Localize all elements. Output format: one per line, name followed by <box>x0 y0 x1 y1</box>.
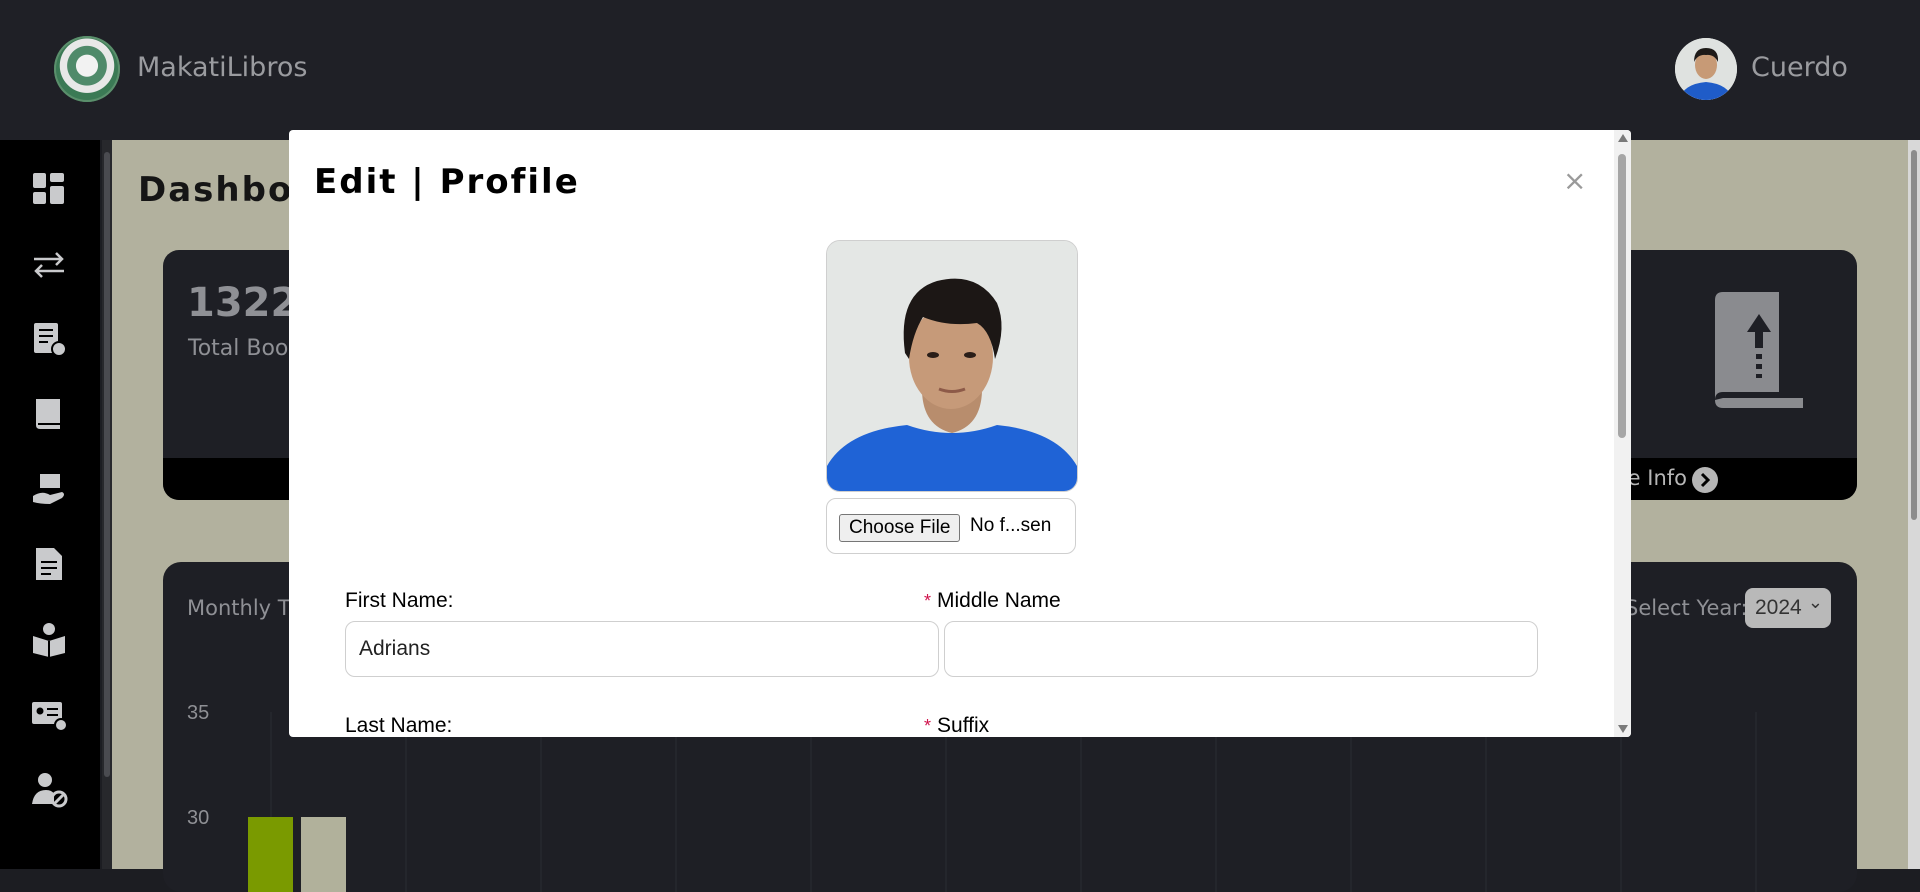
top-header: MakatiLibros Cuerdo <box>0 0 1920 140</box>
chart-bar <box>301 817 346 892</box>
sidebar-item-id-card[interactable] <box>30 695 70 735</box>
reader-icon <box>33 623 65 657</box>
year-select[interactable]: 2024 <box>1745 582 1831 628</box>
first-name-label: First Name: <box>345 589 454 612</box>
file-status: No f...sen <box>970 515 1052 536</box>
sidebar-scroll-thumb[interactable] <box>104 152 110 777</box>
dashboard-icon <box>33 173 64 204</box>
choose-file-button[interactable]: Choose File <box>839 514 961 542</box>
scroll-up-arrow-icon[interactable] <box>1618 134 1628 142</box>
middle-name-label-wrap: * Middle Name <box>924 589 1061 613</box>
y-tick-label: 30 <box>187 807 210 829</box>
profile-photo <box>826 240 1078 492</box>
library-logo <box>54 36 120 102</box>
modal-scroll-thumb[interactable] <box>1618 154 1626 438</box>
document-icon <box>36 548 62 580</box>
sidebar <box>0 140 100 869</box>
total-books-label: Total Boo <box>188 336 289 361</box>
sidebar-item-user-block[interactable] <box>30 770 70 810</box>
sidebar-item-books[interactable] <box>30 395 70 435</box>
middle-name-label: Middle Name <box>937 589 1061 612</box>
sidebar-item-dashboard[interactable] <box>30 170 70 210</box>
records-icon <box>34 323 67 357</box>
sidebar-item-records[interactable] <box>30 320 70 360</box>
photo-upload-field: Choose File No f...sen <box>826 498 1076 554</box>
sidebar-scrollbar[interactable] <box>102 140 112 869</box>
avatar-photo-icon <box>1675 38 1737 100</box>
profile-photo-image <box>827 241 1077 491</box>
modal-title: Edit | Profile <box>314 162 580 202</box>
user-avatar[interactable] <box>1675 38 1737 100</box>
sidebar-item-document[interactable] <box>30 545 70 585</box>
modal-scrollbar[interactable] <box>1614 130 1631 737</box>
chart-bar <box>248 817 293 892</box>
required-mark: * <box>924 716 932 736</box>
page-scrollbar[interactable] <box>1908 140 1920 869</box>
arrow-circle-right-icon[interactable] <box>1691 466 1719 494</box>
borrow-icon <box>33 474 64 504</box>
y-tick-label: 35 <box>187 702 210 724</box>
year-label: Select Year: <box>1625 596 1748 620</box>
first-name-input[interactable]: Adrians <box>345 621 939 677</box>
middle-name-input[interactable] <box>944 621 1538 677</box>
books-icon <box>36 399 60 429</box>
transactions-icon <box>34 252 64 278</box>
sidebar-item-transactions[interactable] <box>30 246 70 286</box>
book-upload-icon <box>1715 292 1803 408</box>
sidebar-item-borrow[interactable] <box>30 470 70 510</box>
scroll-down-arrow-icon[interactable] <box>1618 725 1628 733</box>
suffix-label-wrap: * Suffix <box>924 714 989 737</box>
username[interactable]: Cuerdo <box>1751 52 1848 83</box>
close-button[interactable]: × <box>1563 164 1586 197</box>
last-name-label: Last Name: <box>345 714 453 737</box>
edit-profile-modal: Edit | Profile × Choose File No f...sen … <box>289 130 1631 737</box>
chart-title: Monthly Tr <box>187 596 297 620</box>
suffix-label: Suffix <box>937 714 990 737</box>
page-scroll-thumb[interactable] <box>1911 150 1917 520</box>
id-card-icon <box>32 702 68 732</box>
required-mark: * <box>924 591 932 611</box>
sidebar-item-reader[interactable] <box>30 620 70 660</box>
more-info-link[interactable]: e Info <box>1628 466 1687 490</box>
user-block-icon <box>32 773 68 808</box>
bar-chart <box>248 712 1757 892</box>
app-name: MakatiLibros <box>137 52 308 83</box>
